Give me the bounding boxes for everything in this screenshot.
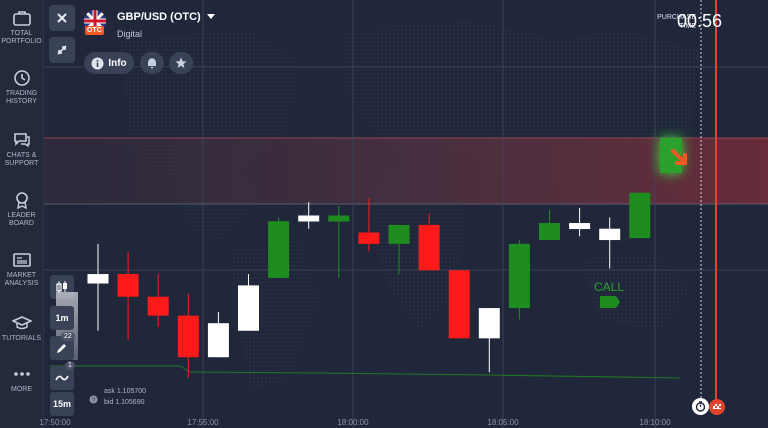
bell-icon (148, 58, 156, 69)
x-axis-label: 17:50:00 (39, 418, 71, 427)
briefcase-icon (12, 11, 31, 26)
award-icon (15, 192, 28, 210)
candle-body (508, 243, 530, 309)
sidebar-item-market-analysis[interactable]: MARKET ANALYSIS (0, 250, 43, 288)
drawings-count-badge: 22 (61, 332, 75, 341)
sidebar-item-label: MARKET ANALYSIS (4, 272, 39, 287)
candle-body (629, 192, 651, 239)
sidebar-item-more[interactable]: MORE (0, 364, 43, 394)
timeframe-15m-button[interactable]: 15m (50, 392, 74, 416)
candle-body (599, 228, 621, 241)
x-axis-label: 18:05:00 (487, 418, 519, 427)
candle (87, 243, 109, 331)
sidebar-item-tutorials[interactable]: TUTORIALS (0, 313, 43, 343)
candle (147, 274, 169, 327)
candle-body (177, 315, 199, 358)
sidebar-item-trading-history[interactable]: TRADING HISTORY (0, 68, 43, 106)
star-icon (175, 57, 187, 68)
bid-price: bid 1.105690 (104, 399, 145, 406)
candle-body (117, 274, 139, 297)
graduation-cap-icon (11, 316, 32, 330)
candle (328, 206, 350, 278)
candle-body (328, 215, 350, 222)
newspaper-icon (12, 253, 31, 267)
candle-body (388, 224, 410, 244)
pencil-icon (57, 344, 66, 353)
purchase-timer: 00:56 (676, 11, 722, 31)
sidebar-item-label: TUTORIALS (1, 335, 42, 342)
sidebar-item-label: TRADING HISTORY (5, 90, 38, 105)
candle (117, 251, 139, 341)
candle-body (147, 296, 169, 316)
flag-icon (600, 296, 620, 308)
x-axis-label: 17:55:00 (187, 418, 219, 427)
candle (478, 308, 500, 373)
candle (207, 311, 229, 358)
sidebar-item-label: CHATS & SUPPORT (4, 152, 39, 167)
x-axis-label: 18:00:00 (337, 418, 369, 427)
candle (418, 213, 440, 271)
close-icon (57, 13, 67, 23)
sidebar-item-total-portfolio[interactable]: TOTAL PORTFOLIO (0, 8, 43, 46)
option-type: Digital (117, 29, 143, 39)
caret-down-icon (206, 14, 215, 19)
candle (539, 209, 560, 241)
arrow-down-right-icon (671, 149, 687, 165)
candle-body (448, 270, 470, 339)
sidebar-item-leader-board[interactable]: LEADER BOARD (0, 190, 43, 228)
info-button[interactable]: Info (84, 52, 134, 74)
ask-price: ask 1.105700 (104, 388, 147, 395)
indicators-count-badge: 1 (65, 361, 75, 370)
candle (629, 190, 651, 239)
more-dots-icon (13, 372, 30, 376)
candle (388, 224, 410, 275)
candle-body (268, 221, 290, 278)
candle-body (238, 285, 259, 331)
asset-pair-name: GBP/USD (OTC) (117, 11, 201, 23)
close-chart-button[interactable] (49, 5, 75, 31)
candle-body (418, 224, 440, 271)
info-icon (91, 57, 104, 69)
timeframe-1m-button[interactable]: 1m (50, 306, 74, 330)
candle (599, 217, 621, 269)
candle (448, 270, 470, 339)
candle (268, 217, 290, 278)
stopwatch-icon (695, 401, 706, 412)
candle (508, 240, 530, 320)
candle (298, 202, 320, 229)
candle (238, 274, 259, 331)
candle-body (478, 308, 500, 339)
otc-badge: OTC (85, 26, 104, 35)
asset-pair-selector[interactable]: GBP/USD (OTC) (117, 11, 215, 23)
finish-flag-icon (713, 404, 721, 409)
expiration-flag-button[interactable] (709, 399, 725, 415)
sidebar-item-label: TOTAL PORTFOLIO (1, 30, 42, 45)
collapse-button[interactable] (49, 37, 75, 63)
history-icon (13, 70, 30, 86)
candle (177, 292, 199, 378)
help-icon: ? (89, 395, 98, 404)
call-label: CALL (594, 280, 625, 294)
info-label: Info (108, 57, 127, 69)
candle (569, 207, 591, 237)
sidebar-item-label: MORE (11, 386, 32, 393)
sidebar-item-chats-support[interactable]: CHATS & SUPPORT (0, 130, 43, 168)
candle-body (87, 274, 109, 284)
collapse-icon (57, 45, 67, 55)
candle-body (569, 223, 591, 230)
sidebar-item-label: LEADER BOARD (7, 212, 36, 227)
candle-body (539, 223, 560, 241)
candle (358, 198, 380, 252)
sidebar: TOTAL PORTFOLIO TRADING HISTORY CHATS & … (0, 0, 44, 428)
stopwatch-button[interactable] (692, 398, 709, 415)
wave-icon (55, 375, 69, 381)
candle-body (358, 232, 380, 244)
notifications-button[interactable] (140, 52, 164, 74)
candle-body (298, 215, 320, 222)
chat-icon (13, 133, 30, 148)
candle-body (207, 323, 229, 358)
x-axis-label: 18:10:00 (639, 418, 671, 427)
favorite-button[interactable] (169, 52, 193, 74)
